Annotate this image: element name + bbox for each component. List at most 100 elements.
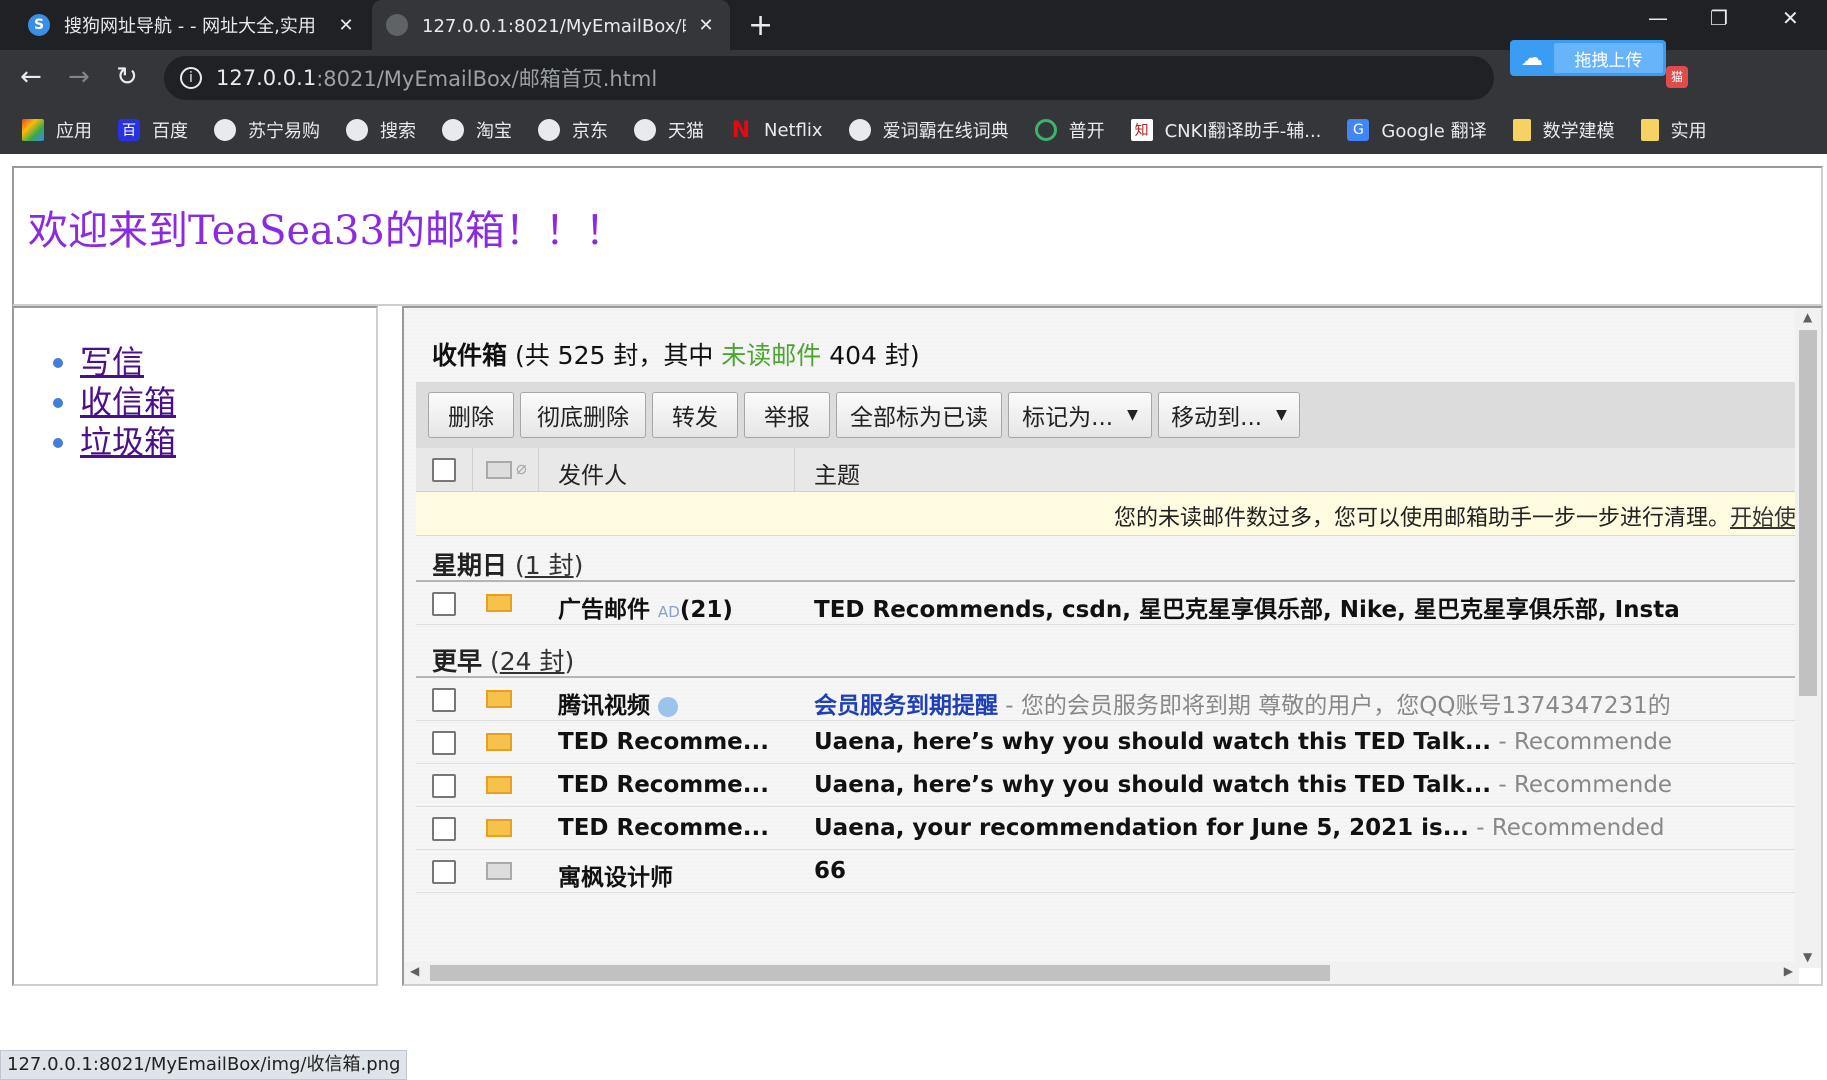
sogou-icon: S: [28, 14, 50, 36]
verified-badge-icon: [658, 696, 679, 717]
column-divider: [472, 448, 473, 492]
info-icon[interactable]: i: [180, 67, 202, 89]
notice-start-link[interactable]: 开始使: [1730, 506, 1796, 531]
restore-icon[interactable]: ❐: [1710, 6, 1728, 30]
bookmark-taobao[interactable]: 淘宝: [442, 117, 512, 143]
bookmark-label: 搜索: [380, 121, 416, 142]
subject-snippet: - Recommende: [1491, 772, 1673, 798]
unread-label: 未读邮件: [721, 341, 822, 370]
nav-link-compose[interactable]: 写信: [80, 343, 144, 381]
scroll-down-icon[interactable]: ▼: [1803, 950, 1812, 964]
tab-title: 127.0.0.1:8021/MyEmailBox/邮: [422, 16, 686, 37]
forward-icon[interactable]: →: [68, 60, 90, 94]
envelope-icon: [486, 690, 512, 708]
subject-title: 66: [814, 858, 847, 884]
nav-link-inbox[interactable]: 收信箱: [80, 383, 176, 421]
row-checkbox[interactable]: [432, 860, 456, 884]
row-checkbox[interactable]: [432, 688, 456, 712]
bookmark-label: 天猫: [668, 121, 704, 142]
tab-sogou[interactable]: S 搜狗网址导航 - - 网址大全,实用 ✕: [14, 0, 370, 50]
tab-emailbox[interactable]: 127.0.0.1:8021/MyEmailBox/邮 ✕: [372, 0, 730, 50]
bookmark-folder-useful[interactable]: 实用: [1640, 117, 1707, 143]
row-checkbox[interactable]: [432, 817, 456, 841]
reload-icon[interactable]: ↻: [116, 60, 138, 94]
puke-icon: [1034, 119, 1057, 141]
drag-upload-button[interactable]: ☁ 拖拽上传: [1510, 40, 1666, 76]
envelope-icon: [486, 594, 512, 612]
sender-name: 腾讯视频: [558, 693, 650, 719]
sender-count: (21): [679, 597, 733, 623]
report-button[interactable]: 举报: [744, 392, 830, 438]
group-header-sunday: 星期日 (1 封): [432, 546, 583, 582]
move-to-label: 移动到...: [1171, 405, 1263, 431]
new-tab-icon[interactable]: +: [748, 8, 773, 43]
move-to-button[interactable]: 移动到... ▼: [1158, 392, 1300, 438]
close-tab-icon[interactable]: ✕: [336, 15, 356, 36]
scroll-thumb[interactable]: [1799, 330, 1817, 696]
bookmark-label: 百度: [152, 121, 188, 142]
back-icon[interactable]: ←: [20, 60, 42, 94]
table-row[interactable]: TED Recomme... Uaena, here’s why you sho…: [416, 721, 1796, 764]
address-bar[interactable]: i 127.0.0.1:8021/MyEmailBox/邮箱首页.html: [164, 56, 1494, 100]
mark-as-button[interactable]: 标记为... ▼: [1008, 392, 1152, 438]
cnki-icon: 知: [1130, 119, 1153, 141]
bookmark-puke[interactable]: 普开: [1034, 117, 1105, 143]
scroll-up-icon[interactable]: ▲: [1803, 310, 1812, 324]
subject: Uaena, your recommendation for June 5, 2…: [814, 815, 1665, 841]
table-row[interactable]: TED Recomme... Uaena, your recommendatio…: [416, 807, 1796, 850]
table-row[interactable]: 寓枫设计师 66: [416, 850, 1796, 893]
forward-button[interactable]: 转发: [652, 392, 738, 438]
bookmark-search[interactable]: 搜索: [346, 117, 416, 143]
sender-name: 寓枫设计师: [558, 865, 673, 891]
subject-column-label[interactable]: 主题: [814, 456, 860, 490]
bookmark-label: Netflix: [764, 119, 823, 141]
mark-as-label: 标记为...: [1022, 405, 1114, 431]
table-row[interactable]: 腾讯视频 会员服务到期提醒 - 您的会员服务即将到期 尊敬的用户，您QQ账号13…: [416, 678, 1796, 721]
bookmark-tmall[interactable]: 天猫: [634, 117, 704, 143]
select-all-checkbox[interactable]: [432, 458, 456, 482]
bookmark-baidu[interactable]: 百百度: [118, 117, 188, 143]
table-row[interactable]: TED Recomme... Uaena, here’s why you sho…: [416, 764, 1796, 807]
table-row[interactable]: 广告邮件 AD(21) TED Recommends, csdn, 星巴克星享俱…: [416, 582, 1796, 625]
extension-icon[interactable]: 猫: [1666, 66, 1688, 88]
minimize-icon[interactable]: —: [1648, 6, 1668, 30]
bookmark-cnki[interactable]: 知 CNKI翻译助手-辅...: [1130, 117, 1321, 143]
group-count-link[interactable]: 1 封: [525, 551, 574, 580]
sender-column-label[interactable]: 发件人: [558, 456, 627, 490]
vertical-scrollbar[interactable]: ▲ ▼: [1795, 308, 1821, 968]
subject: 会员服务到期提醒 - 您的会员服务即将到期 尊敬的用户，您QQ账号1374347…: [814, 686, 1671, 720]
bookmark-netflix[interactable]: N Netflix: [730, 118, 823, 143]
delete-button[interactable]: 删除: [428, 392, 514, 438]
bookmark-folder-math[interactable]: 数学建模: [1512, 117, 1615, 143]
group-count-link[interactable]: 24 封: [500, 647, 565, 676]
horizontal-scrollbar[interactable]: ◀ ▶: [404, 962, 1799, 984]
mark-all-read-button[interactable]: 全部标为已读: [836, 392, 1002, 438]
bookmark-suning[interactable]: 苏宁易购: [214, 117, 320, 143]
row-checkbox[interactable]: [432, 731, 456, 755]
scroll-left-icon[interactable]: ◀: [410, 964, 419, 978]
report-button-label: 举报: [764, 405, 810, 431]
page-content: 欢迎来到TeaSea33的邮箱！！！ 写信 收信箱 垃圾箱 收件箱 (共 525…: [0, 154, 1827, 1080]
nav-link-trash[interactable]: 垃圾箱: [80, 423, 176, 461]
row-checkbox[interactable]: [432, 592, 456, 616]
bookmark-label: 淘宝: [476, 121, 512, 142]
row-checkbox[interactable]: [432, 774, 456, 798]
subject: TED Recommends, csdn, 星巴克星享俱乐部, Nike, 星巴…: [814, 597, 1680, 623]
mark-all-read-label: 全部标为已读: [850, 405, 988, 431]
bookmark-google-translate[interactable]: G Google 翻译: [1347, 117, 1487, 143]
permanent-delete-button[interactable]: 彻底删除: [520, 392, 646, 438]
close-window-icon[interactable]: ✕: [1782, 6, 1799, 30]
scroll-right-icon[interactable]: ▶: [1784, 964, 1793, 978]
group-count: (24 封): [489, 647, 575, 676]
bookmark-jd[interactable]: 京东: [538, 117, 608, 143]
bookmark-iciba[interactable]: 爱词霸在线词典: [848, 117, 1009, 143]
header-frame: 欢迎来到TeaSea33的邮箱！！！: [12, 166, 1823, 306]
nav-item-compose: 写信: [80, 342, 176, 382]
bookmark-apps[interactable]: 应用: [22, 117, 92, 143]
welcome-heading: 欢迎来到TeaSea33的邮箱！！！: [28, 208, 625, 254]
apps-grid-icon: [22, 119, 44, 141]
sender-name: 广告邮件: [558, 597, 650, 623]
scroll-thumb[interactable]: [430, 965, 1330, 981]
ad-badge: AD: [658, 603, 680, 621]
close-tab-icon[interactable]: ✕: [696, 15, 716, 36]
